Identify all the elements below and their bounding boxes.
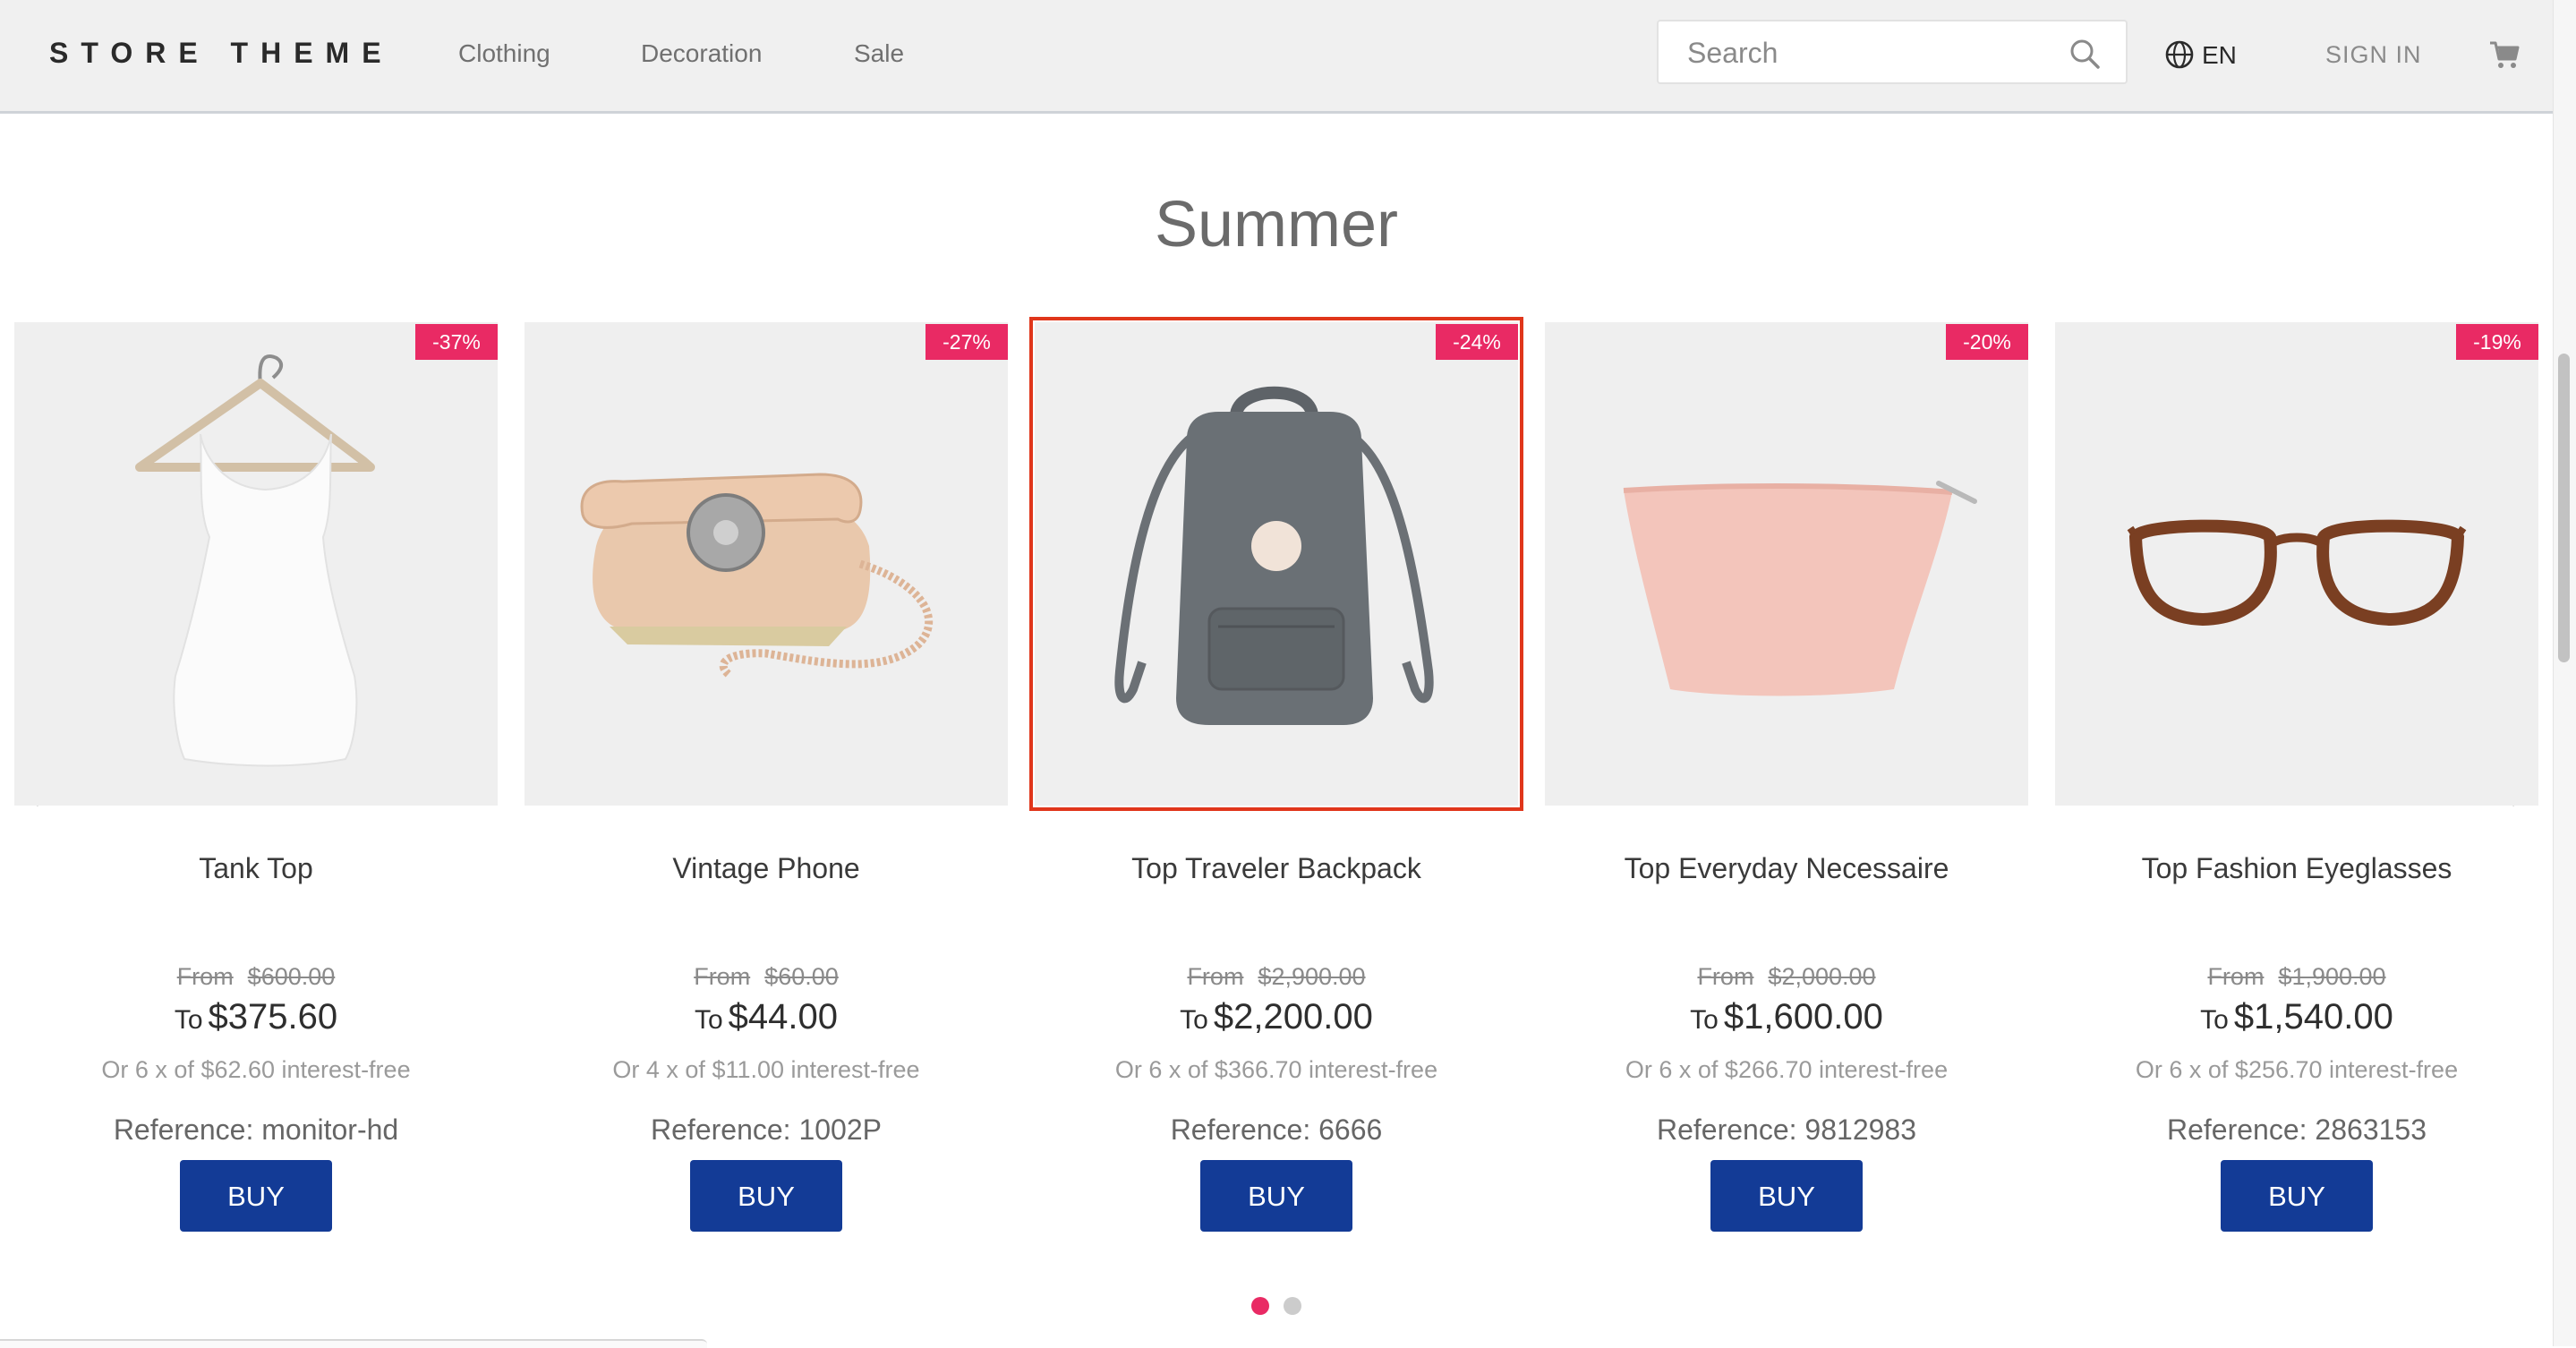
shelf-title: Summer <box>1154 189 1399 260</box>
selling-price-value: $375.60 <box>208 997 338 1037</box>
product-name[interactable]: Top Fashion Eyeglasses <box>2055 852 2538 885</box>
selling-price-value: $44.00 <box>728 997 839 1037</box>
nav-sale[interactable]: Sale <box>854 39 904 68</box>
selling-price: To $1,600.00 <box>1545 997 2028 1037</box>
search-icon[interactable] <box>2068 38 2101 70</box>
backpack-image-icon <box>1114 386 1434 725</box>
to-label: To <box>1690 1005 1719 1035</box>
brand-logo[interactable]: STORE THEME <box>49 37 394 70</box>
product-reference: Reference: 9812983 <box>1657 1113 1916 1146</box>
tank-top-image-icon <box>135 354 375 767</box>
scrollbar-track[interactable] <box>2553 0 2576 1346</box>
list-price-value: $1,900.00 <box>2278 963 2386 990</box>
scrollbar-thumb[interactable] <box>2558 354 2570 662</box>
product-image-traveler-backpack[interactable]: -24% <box>1029 317 1523 811</box>
buy-button[interactable]: BUY <box>2221 1160 2373 1232</box>
product-image-fashion-eyeglasses[interactable]: -19% <box>2055 322 2538 806</box>
pagination-dot-1[interactable] <box>1251 1297 1269 1315</box>
from-label: From <box>2207 963 2265 990</box>
selling-price: To $375.60 <box>14 997 498 1037</box>
product-reference: Reference: 2863153 <box>2167 1113 2427 1146</box>
buy-button[interactable]: BUY <box>180 1160 332 1232</box>
installments: Or 6 x of $256.70 interest-free <box>2135 1056 2459 1083</box>
site-header: STORE THEME Clothing Decoration Sale EN … <box>0 0 2553 114</box>
nav-decoration[interactable]: Decoration <box>641 39 762 68</box>
globe-icon <box>2165 40 2194 69</box>
search-input[interactable] <box>1685 34 2047 72</box>
product-reference: Reference: monitor-hd <box>113 1113 399 1146</box>
installments: Or 4 x of $11.00 interest-free <box>612 1056 920 1083</box>
to-label: To <box>2200 1005 2229 1035</box>
search-box <box>1657 20 2128 84</box>
pagination-dot-2[interactable] <box>1284 1297 1301 1315</box>
pouch-image-icon <box>1623 481 1977 696</box>
bottom-drawer-edge <box>0 1339 707 1348</box>
discount-badge: -19% <box>2456 324 2538 360</box>
list-price: From $2,900.00 <box>1035 963 1518 991</box>
product-name[interactable]: Top Everyday Necessaire <box>1545 852 2028 885</box>
product-name[interactable]: Vintage Phone <box>525 852 1008 885</box>
installments: Or 6 x of $266.70 interest-free <box>1625 1056 1949 1083</box>
discount-badge: -27% <box>925 324 1008 360</box>
product-name[interactable]: Tank Top <box>14 852 498 885</box>
product-reference: Reference: 6666 <box>1170 1113 1383 1146</box>
buy-button[interactable]: BUY <box>690 1160 842 1232</box>
to-label: To <box>694 1005 723 1035</box>
list-price-value: $2,900.00 <box>1258 963 1366 990</box>
list-price: From $600.00 <box>14 963 498 991</box>
product-reference: Reference: 1002P <box>651 1113 882 1146</box>
list-price: From $60.00 <box>525 963 1008 991</box>
selling-price: To $44.00 <box>525 997 1008 1037</box>
list-price: From $2,000.00 <box>1545 963 2028 991</box>
from-label: From <box>694 963 751 990</box>
phone-image-icon <box>580 473 933 679</box>
selling-price: To $1,540.00 <box>2055 997 2538 1037</box>
discount-badge: -24% <box>1436 324 1518 360</box>
to-label: To <box>1180 1005 1208 1035</box>
list-price-value: $600.00 <box>247 963 336 990</box>
product-image-everyday-necessaire[interactable]: -20% <box>1545 322 2028 806</box>
product-name[interactable]: Top Traveler Backpack <box>1035 852 1518 885</box>
list-price-value: $2,000.00 <box>1768 963 1876 990</box>
buy-button[interactable]: BUY <box>1200 1160 1352 1232</box>
installments: Or 6 x of $366.70 interest-free <box>1114 1056 1438 1083</box>
discount-badge: -37% <box>415 324 498 360</box>
nav-clothing[interactable]: Clothing <box>458 39 550 68</box>
sign-in-link[interactable]: SIGN IN <box>2325 41 2422 69</box>
discount-badge: -20% <box>1946 324 2028 360</box>
to-label: To <box>174 1005 203 1035</box>
product-image-tank-top[interactable]: -37% <box>14 322 498 806</box>
product-image-vintage-phone[interactable]: -27% <box>525 322 1008 806</box>
selling-price-value: $1,600.00 <box>1723 997 1883 1037</box>
cart-icon[interactable] <box>2488 39 2521 70</box>
eyeglasses-image-icon <box>2127 519 2467 627</box>
list-price-value: $60.00 <box>764 963 839 990</box>
selling-price-value: $2,200.00 <box>1213 997 1373 1037</box>
from-label: From <box>1187 963 1244 990</box>
selling-price: To $2,200.00 <box>1035 997 1518 1037</box>
installments: Or 6 x of $62.60 interest-free <box>101 1056 411 1083</box>
selling-price-value: $1,540.00 <box>2233 997 2393 1037</box>
list-price: From $1,900.00 <box>2055 963 2538 991</box>
buy-button[interactable]: BUY <box>1710 1160 1863 1232</box>
language-label: EN <box>2202 41 2237 69</box>
from-label: From <box>176 963 234 990</box>
from-label: From <box>1697 963 1754 990</box>
